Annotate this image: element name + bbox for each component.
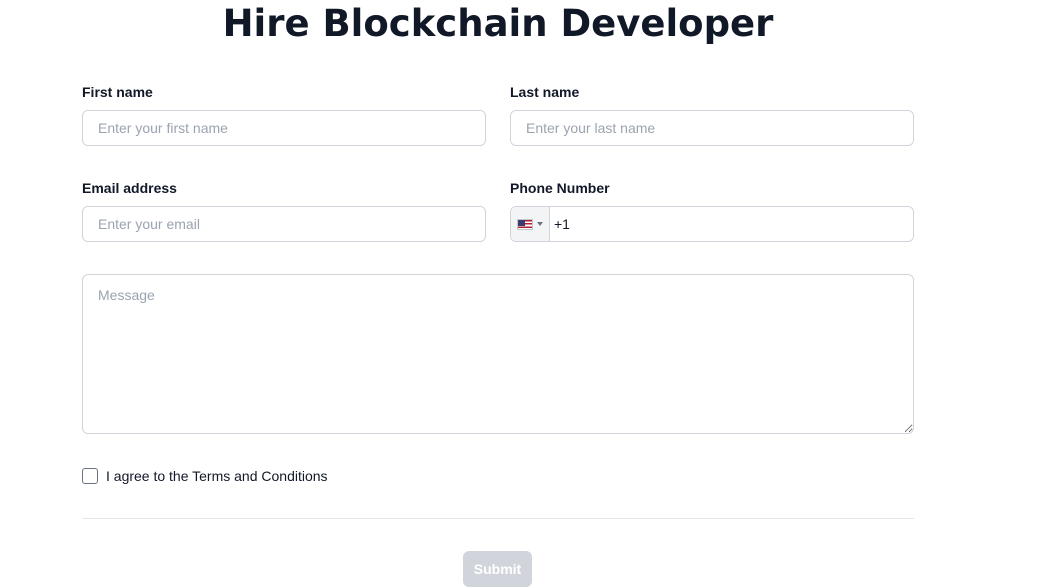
first-name-input[interactable]: [82, 110, 486, 146]
email-label: Email address: [82, 180, 177, 196]
last-name-input[interactable]: [510, 110, 914, 146]
last-name-label: Last name: [510, 84, 580, 100]
chevron-down-icon: [537, 222, 543, 226]
terms-label[interactable]: I agree to the Terms and Conditions: [106, 468, 328, 484]
submit-button[interactable]: Submit: [463, 551, 532, 587]
first-name-label: First name: [82, 84, 153, 100]
country-code-selector[interactable]: [511, 207, 550, 241]
email-input[interactable]: [82, 206, 486, 242]
form-divider: [82, 518, 914, 519]
phone-input[interactable]: [550, 207, 913, 241]
phone-field: [510, 206, 914, 242]
phone-label: Phone Number: [510, 180, 610, 196]
page-title: Hire Blockchain Developer: [222, 2, 774, 45]
message-textarea[interactable]: [82, 274, 914, 434]
us-flag-icon: [517, 218, 533, 230]
terms-checkbox[interactable]: [82, 468, 98, 484]
terms-row: I agree to the Terms and Conditions: [82, 467, 328, 485]
